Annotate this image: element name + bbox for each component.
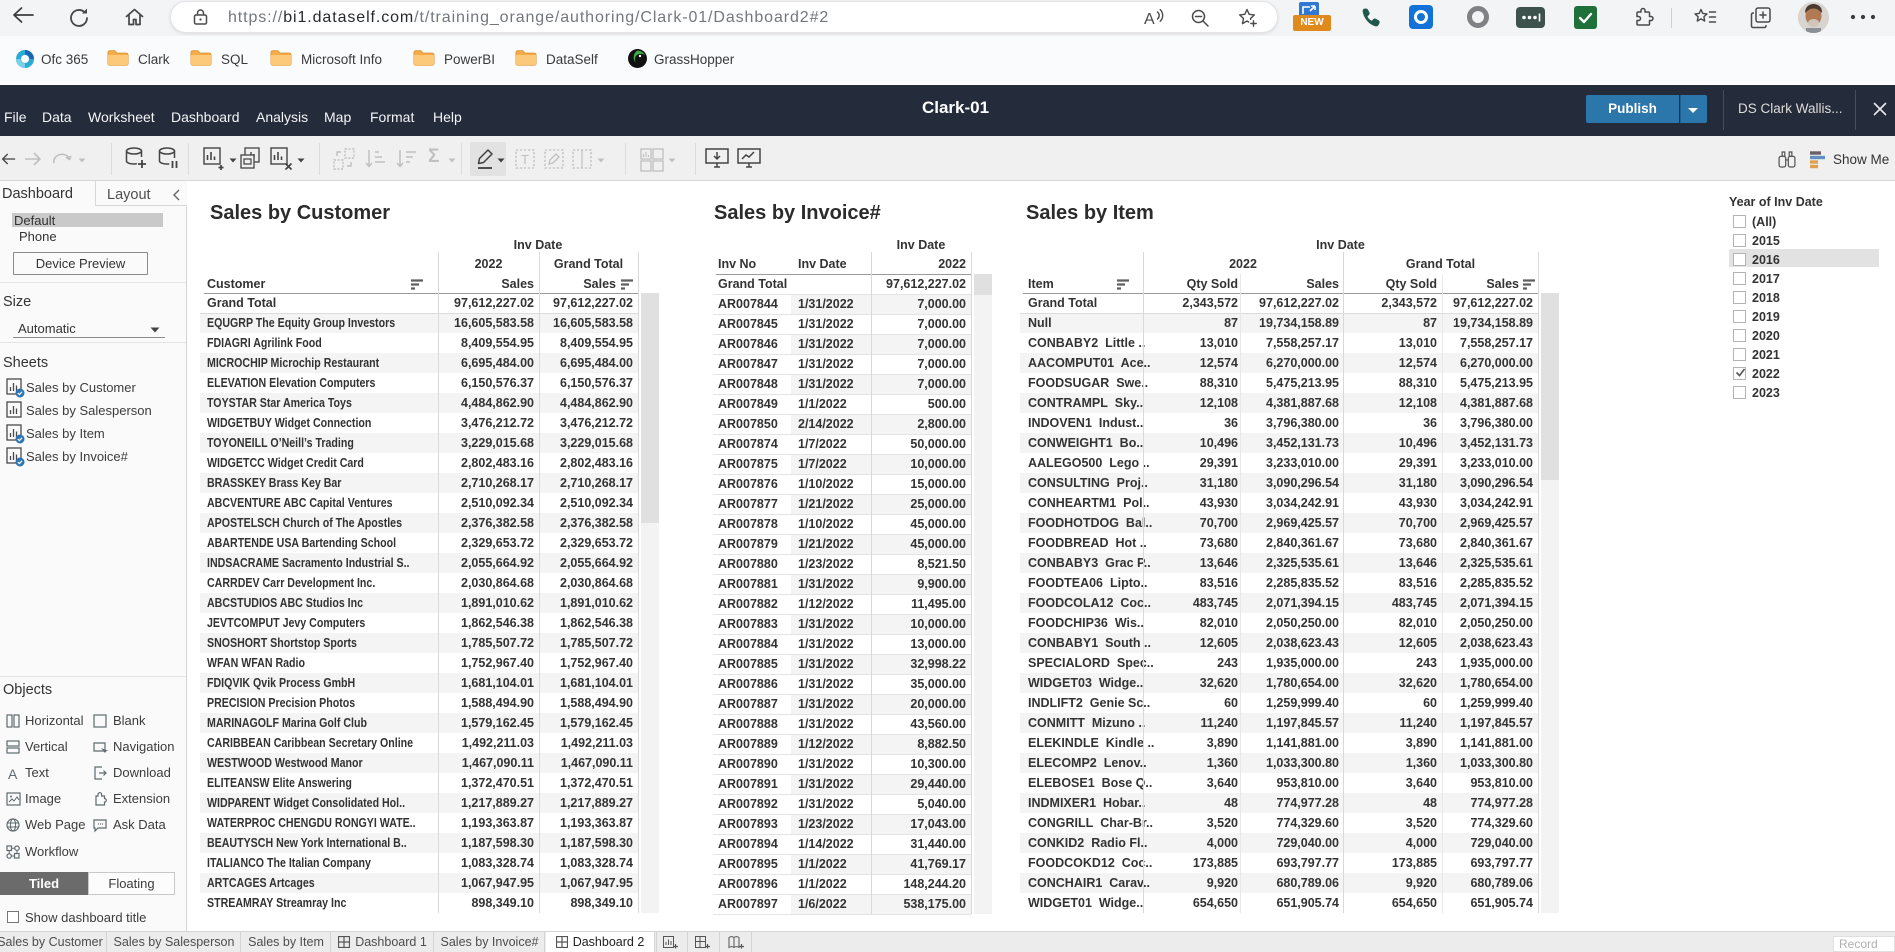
svg-text:A: A [8,766,18,781]
svg-text:T: T [521,152,529,167]
svg-text:A: A [1144,11,1155,28]
